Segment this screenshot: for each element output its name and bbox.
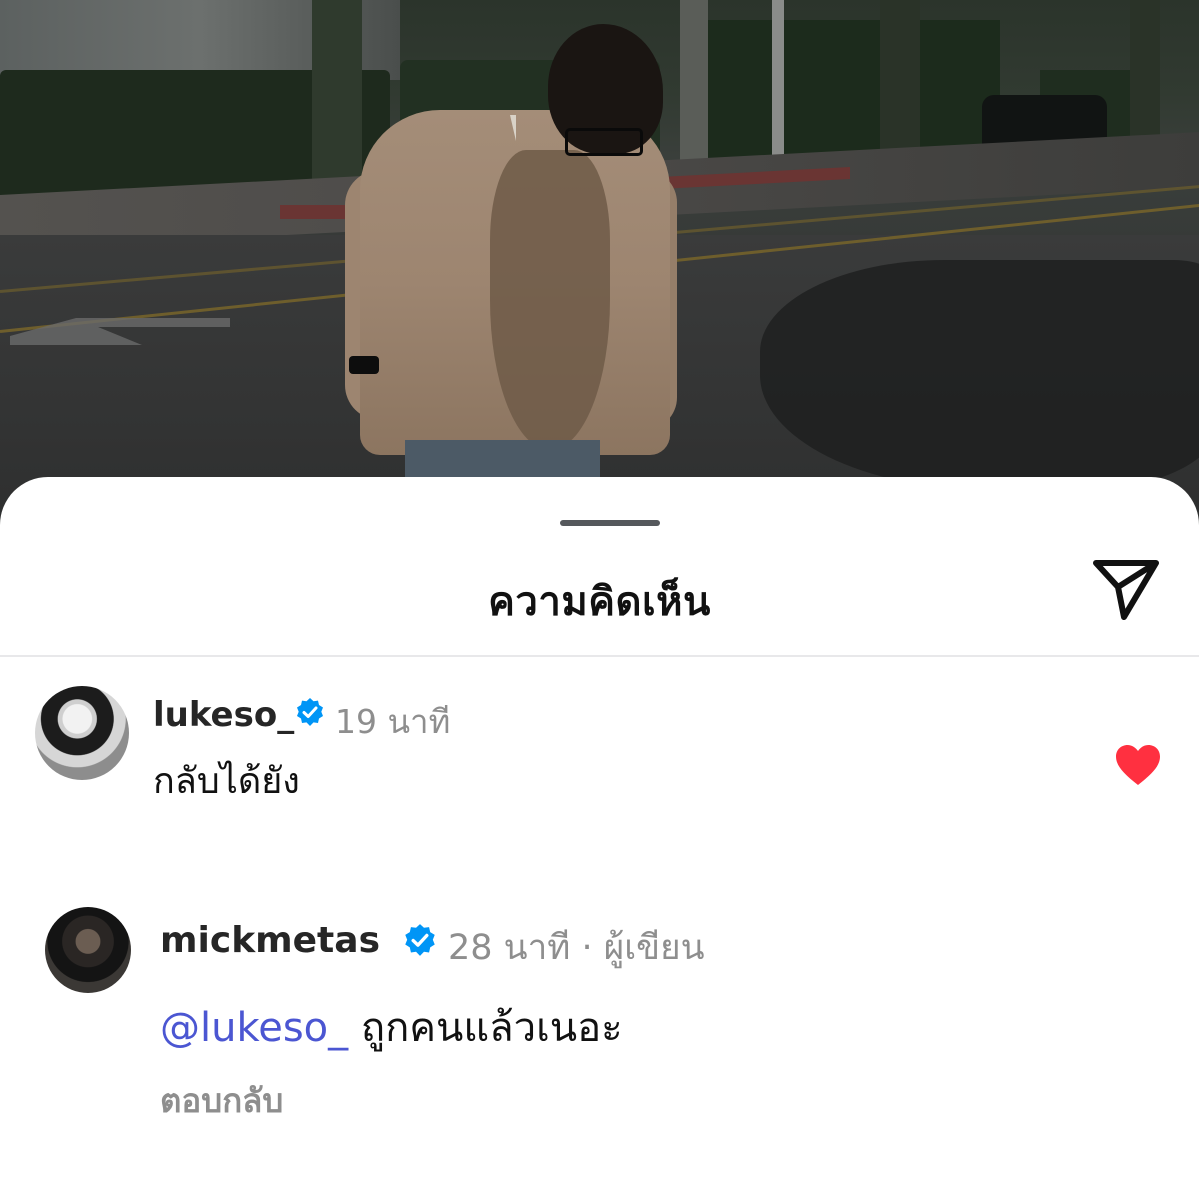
avatar[interactable] <box>45 907 131 993</box>
comment-text-body: ถูกคนแล้วเนอะ <box>360 1005 623 1051</box>
photo-hedge <box>700 20 1000 160</box>
photo-palm <box>880 0 920 150</box>
send-icon[interactable] <box>1090 557 1162 621</box>
photo-tree-shadow <box>760 260 1199 490</box>
comments-sheet: ความคิดเห็น lukeso_ 19 นาที กลับได้ยัง m… <box>0 477 1199 1200</box>
comment-timestamp: 28 นาที · ผู้เขียน <box>448 928 705 968</box>
comment-username[interactable]: lukeso_ <box>153 695 294 735</box>
photo-person-glasses <box>565 128 643 156</box>
comment-username[interactable]: mickmetas <box>160 920 380 961</box>
verified-badge-icon <box>405 924 435 956</box>
comment-mention-link[interactable]: @lukeso_ <box>160 1005 348 1051</box>
photo-pole <box>772 0 784 165</box>
reply-button[interactable]: ตอบกลับ <box>160 1074 283 1127</box>
verified-badge-icon <box>297 698 323 726</box>
heart-icon[interactable] <box>1114 743 1162 787</box>
photo-person-watch <box>349 356 379 374</box>
comment-timestamp: 19 นาที <box>335 702 451 741</box>
sheet-title: ความคิดเห็น <box>488 579 711 625</box>
comment-text: @lukeso_ ถูกคนแล้วเนอะ <box>160 995 623 1059</box>
photo-palm <box>312 0 362 180</box>
photo-palm <box>1130 0 1160 140</box>
comment-text: กลับได้ยัง <box>153 761 300 802</box>
sheet-drag-handle[interactable] <box>560 520 660 526</box>
avatar[interactable] <box>35 686 129 780</box>
photo-palm <box>680 0 708 160</box>
post-photo-background <box>0 0 1199 520</box>
sheet-divider <box>0 655 1199 657</box>
